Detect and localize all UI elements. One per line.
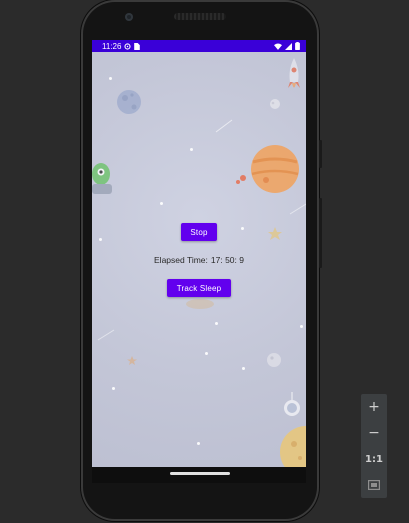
star-illustration <box>127 356 137 365</box>
elapsed-time-value: 17: 50: 9 <box>210 255 244 265</box>
track-sleep-button[interactable]: Track Sleep <box>167 279 231 297</box>
home-gesture-pill[interactable] <box>170 472 230 475</box>
star-dot <box>190 148 193 151</box>
wifi-icon <box>274 43 282 50</box>
planet-illustration <box>236 145 299 193</box>
earpiece-speaker <box>174 13 226 20</box>
front-camera <box>125 13 133 21</box>
battery-icon <box>295 42 300 50</box>
star-dot <box>215 322 218 325</box>
star-dot <box>197 442 200 445</box>
star-dot <box>300 325 303 328</box>
signal-icon <box>285 42 292 50</box>
fit-screen-button[interactable] <box>361 472 387 498</box>
astronaut-illustration <box>284 392 300 416</box>
status-bar: 11:26 <box>92 40 306 52</box>
device-screen: 11:26 Stop Elapsed Time: 17: 50: 9 Track… <box>92 40 306 467</box>
rock-illustration <box>186 299 214 309</box>
stop-button[interactable]: Stop <box>181 223 217 241</box>
star-dot <box>242 367 245 370</box>
sim-card-icon <box>134 42 141 50</box>
volume-rocker[interactable] <box>319 198 322 268</box>
asteroid-illustration <box>270 99 280 109</box>
zoom-out-button[interactable]: − <box>361 420 387 446</box>
actual-size-button[interactable]: 1:1 <box>361 446 387 472</box>
asteroid-illustration <box>267 353 281 367</box>
emulator-zoom-controls: + − 1:1 <box>361 394 387 498</box>
star-dot <box>160 202 163 205</box>
star-dot <box>241 227 244 230</box>
status-time: 11:26 <box>102 41 122 51</box>
shooting-star <box>215 119 233 133</box>
star-dot <box>112 387 115 390</box>
moon-illustration <box>117 90 141 114</box>
settings-gear-icon <box>124 42 132 50</box>
shooting-star <box>289 203 306 215</box>
alien-illustration <box>92 163 112 194</box>
star-dot <box>109 77 112 80</box>
yellow-planet-illustration <box>280 426 306 467</box>
shooting-star <box>97 329 115 341</box>
star-dot <box>205 352 208 355</box>
fit-screen-icon <box>368 480 380 490</box>
elapsed-time-label: Elapsed Time: <box>154 255 208 265</box>
rocket-illustration <box>288 58 300 88</box>
elapsed-time-text: Elapsed Time: 17: 50: 9 <box>92 255 306 265</box>
star-dot <box>99 238 102 241</box>
zoom-in-button[interactable]: + <box>361 394 387 420</box>
navigation-bar <box>92 467 306 483</box>
star-illustration <box>268 227 282 240</box>
power-button[interactable] <box>319 140 322 168</box>
